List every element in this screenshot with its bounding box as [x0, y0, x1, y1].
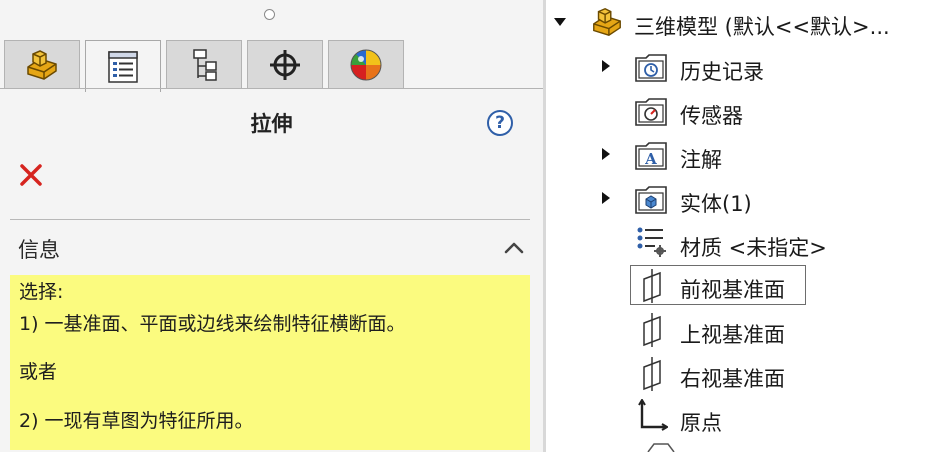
tree-root-label: 三维模型 (默认<<默认>... — [634, 15, 890, 39]
plane-icon — [643, 357, 661, 391]
configuration-icon — [193, 48, 217, 81]
part-icon — [593, 7, 621, 36]
svg-text:A: A — [644, 150, 657, 168]
page-title: 拉伸 — [250, 112, 293, 136]
close-icon — [20, 164, 42, 186]
chevron-right-icon[interactable] — [602, 148, 610, 160]
cancel-button[interactable] — [18, 162, 46, 190]
tree-item-label: 实体(1) — [680, 192, 752, 216]
origin-icon — [638, 399, 668, 431]
tree-item-label: 上视基准面 — [680, 323, 785, 347]
tree-item-front-plane[interactable]: 前视基准面 — [546, 265, 942, 307]
info-message-box: 选择: 1) 一基准面、平面或边线来绘制特征横断面。 或者 2) 一现有草图为特… — [10, 275, 530, 450]
tree-item-right-plane[interactable]: 右视基准面 — [546, 355, 942, 395]
manager-tabs — [0, 40, 543, 92]
tree-item-material[interactable]: 材质 <未指定> — [546, 224, 942, 264]
feature-icon — [647, 443, 675, 452]
tree-item-label: 右视基准面 — [680, 367, 785, 391]
tree-item-label: 注解 — [680, 148, 722, 172]
tree-item-origin[interactable]: 原点 — [546, 399, 942, 439]
section-divider — [10, 219, 530, 220]
plane-icon — [643, 269, 661, 303]
tree-item-sensors[interactable]: 传感器 — [546, 92, 942, 132]
configuration-manager-tab[interactable] — [166, 40, 242, 88]
info-line: 1) 一基准面、平面或边线来绘制特征横断面。 — [19, 313, 406, 335]
sensor-folder-icon — [635, 98, 667, 126]
part-icon — [27, 49, 57, 80]
tree-root[interactable]: 三维模型 (默认<<默认>... — [546, 3, 942, 43]
tree-item-top-plane[interactable]: 上视基准面 — [546, 311, 942, 351]
help-button[interactable]: ? — [487, 110, 513, 136]
plane-icon — [643, 313, 661, 347]
history-folder-icon — [635, 54, 667, 82]
property-list-icon — [108, 50, 138, 83]
annotation-folder-icon: A — [635, 142, 667, 170]
tree-item-solid-bodies[interactable]: 实体(1) — [546, 180, 942, 220]
chevron-right-icon[interactable] — [602, 192, 610, 204]
property-manager-tab[interactable] — [85, 40, 161, 92]
solid-bodies-folder-icon — [635, 186, 667, 214]
tree-item-annotations[interactable]: A 注解 — [546, 136, 942, 176]
tree-item-label: 传感器 — [680, 104, 743, 128]
feature-tree: 三维模型 (默认<<默认>... 历史记录 传感器 A 注解 实体(1) 材质 … — [546, 0, 942, 452]
tree-item-label: 材质 <未指定> — [680, 236, 827, 260]
feature-manager-tab[interactable] — [4, 40, 80, 88]
dimxpert-tab[interactable] — [247, 40, 323, 88]
tab-underline — [0, 88, 543, 89]
crosshair-icon — [270, 49, 300, 80]
info-section-title[interactable]: 信息 — [18, 234, 60, 264]
color-wheel-icon — [350, 49, 382, 80]
property-manager-panel: 拉伸 ? 信息 选择: 1) 一基准面、平面或边线来绘制特征横断面。 或者 2)… — [0, 0, 543, 452]
display-manager-tab[interactable] — [328, 40, 404, 88]
panel-drag-handle[interactable] — [264, 9, 275, 20]
chevron-up-icon[interactable] — [502, 236, 526, 260]
chevron-down-icon[interactable] — [554, 18, 566, 26]
info-line: 或者 — [19, 361, 58, 383]
tree-item-label: 原点 — [680, 411, 722, 435]
info-line: 选择: — [19, 281, 64, 303]
info-line: 2) 一现有草图为特征所用。 — [19, 410, 254, 432]
tree-item-label: 历史记录 — [680, 60, 764, 84]
tree-item-label: 前视基准面 — [680, 278, 785, 302]
tree-item-history[interactable]: 历史记录 — [546, 48, 942, 88]
material-icon — [637, 227, 666, 257]
chevron-right-icon[interactable] — [602, 60, 610, 72]
